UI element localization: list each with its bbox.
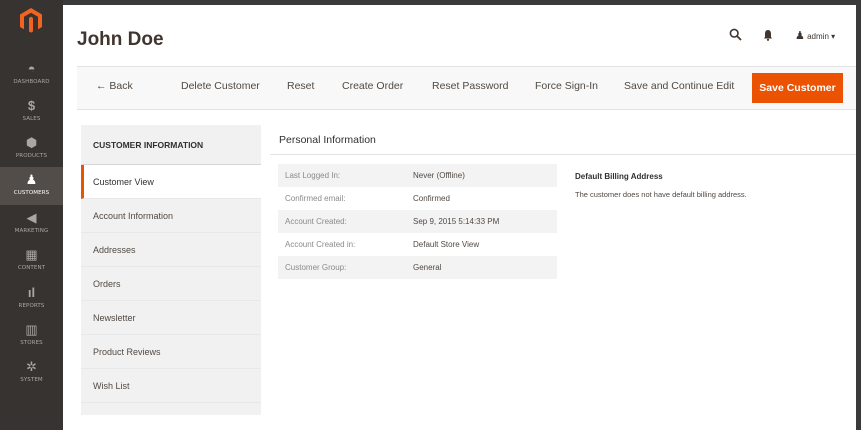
- section-divider: [270, 154, 856, 155]
- reset-password-button[interactable]: Reset Password: [432, 80, 508, 92]
- sidebar-item-marketing[interactable]: ◀ MARKETING: [0, 205, 63, 243]
- arrow-left-icon: ←: [96, 80, 107, 92]
- sidebar-item-label: CONTENT: [17, 265, 46, 271]
- tabs-header-label: CUSTOMER INFORMATION: [93, 140, 204, 150]
- save-customer-button[interactable]: Save Customer: [752, 73, 843, 103]
- tab-addresses[interactable]: Addresses: [81, 233, 261, 267]
- bar-chart-icon: ıl: [27, 285, 36, 300]
- sidebar-item-label: REPORTS: [18, 303, 45, 309]
- sidebar-item-reports[interactable]: ıl REPORTS: [0, 280, 63, 318]
- user-icon: ♟: [795, 30, 805, 42]
- megaphone-icon: ◀: [26, 210, 37, 225]
- sidebar-item-content[interactable]: ▦ CONTENT: [0, 242, 63, 280]
- customer-tabs: CUSTOMER INFORMATION Customer View Accou…: [81, 125, 261, 415]
- person-icon: ♟: [25, 172, 38, 187]
- table-row: Account Created: Sep 9, 2015 5:14:33 PM: [278, 210, 557, 233]
- personal-info-table: Last Logged In: Never (Offline) Confirme…: [278, 164, 557, 279]
- tab-wish-list[interactable]: Wish List: [81, 369, 261, 403]
- save-and-continue-button[interactable]: Save and Continue Edit: [624, 80, 734, 92]
- table-row: Confirmed email: Confirmed: [278, 187, 557, 210]
- store-icon: ▥: [25, 322, 38, 337]
- info-value: General: [413, 263, 442, 272]
- page-actions-bar: ← Back Delete Customer Reset Create Orde…: [77, 66, 856, 110]
- sidebar-item-label: MARKETING: [14, 228, 49, 234]
- default-billing-text: The customer does not have default billi…: [575, 190, 747, 199]
- sidebar-item-stores[interactable]: ▥ STORES: [0, 317, 63, 355]
- admin-sidebar: ◓ DASHBOARD $ SALES ⬢ PRODUCTS ♟ CUSTOME…: [0, 0, 63, 430]
- admin-window: ◓ DASHBOARD $ SALES ⬢ PRODUCTS ♟ CUSTOME…: [0, 0, 861, 430]
- info-label: Last Logged In:: [285, 171, 341, 180]
- back-label: Back: [109, 80, 133, 92]
- dollar-icon: $: [27, 98, 36, 113]
- user-name: admin: [807, 32, 829, 41]
- tabs-header: CUSTOMER INFORMATION: [81, 125, 261, 165]
- back-button[interactable]: ← Back: [96, 80, 133, 92]
- sidebar-item-label: SALES: [22, 116, 41, 122]
- delete-customer-button[interactable]: Delete Customer: [181, 80, 260, 92]
- sidebar-item-products[interactable]: ⬢ PRODUCTS: [0, 130, 63, 168]
- table-row: Customer Group: General: [278, 256, 557, 279]
- page-title: John Doe: [77, 29, 164, 50]
- info-value: Default Store View: [413, 240, 480, 249]
- info-value: Never (Offline): [413, 171, 465, 180]
- sidebar-item-label: DASHBOARD: [13, 79, 50, 85]
- info-value: Sep 9, 2015 5:14:33 PM: [413, 217, 500, 226]
- info-label: Confirmed email:: [285, 194, 346, 203]
- reset-button[interactable]: Reset: [287, 80, 314, 92]
- gear-icon: ✲: [26, 359, 37, 374]
- personal-information-title: Personal Information: [279, 134, 376, 146]
- info-label: Account Created:: [285, 217, 347, 226]
- default-billing-title: Default Billing Address: [575, 172, 663, 181]
- cube-icon: ⬢: [25, 135, 38, 150]
- sidebar-item-label: SYSTEM: [20, 377, 43, 383]
- tab-customer-view[interactable]: Customer View: [81, 165, 261, 199]
- table-row: Last Logged In: Never (Offline): [278, 164, 557, 187]
- table-row: Account Created in: Default Store View: [278, 233, 557, 256]
- layout-icon: ▦: [25, 247, 38, 262]
- tab-orders[interactable]: Orders: [81, 267, 261, 301]
- chevron-down-icon: ▾: [831, 32, 836, 41]
- info-label: Customer Group:: [285, 263, 347, 272]
- tab-newsletter[interactable]: Newsletter: [81, 301, 261, 335]
- sidebar-item-label: CUSTOMERS: [13, 190, 50, 196]
- magento-logo-icon[interactable]: [17, 6, 45, 34]
- sidebar-item-label: STORES: [20, 340, 43, 346]
- sidebar-item-dashboard[interactable]: ◓ DASHBOARD: [0, 56, 63, 94]
- info-label: Account Created in:: [285, 240, 356, 249]
- info-value: Confirmed: [413, 194, 450, 203]
- user-menu[interactable]: ♟ admin ▾: [795, 29, 835, 42]
- sidebar-item-sales[interactable]: $ SALES: [0, 93, 63, 131]
- force-sign-in-button[interactable]: Force Sign-In: [535, 80, 598, 92]
- main-content: John Doe ♟ admin ▾ ← Back Delete Custome…: [63, 5, 856, 430]
- speedometer-icon: ◓: [27, 61, 36, 76]
- tab-account-information[interactable]: Account Information: [81, 199, 261, 233]
- create-order-button[interactable]: Create Order: [342, 80, 403, 92]
- bell-icon[interactable]: [763, 29, 773, 41]
- sidebar-item-system[interactable]: ✲ SYSTEM: [0, 354, 63, 392]
- search-icon[interactable]: [729, 28, 742, 41]
- tab-product-reviews[interactable]: Product Reviews: [81, 335, 261, 369]
- sidebar-item-customers[interactable]: ♟ CUSTOMERS: [0, 167, 63, 205]
- sidebar-item-label: PRODUCTS: [15, 153, 48, 159]
